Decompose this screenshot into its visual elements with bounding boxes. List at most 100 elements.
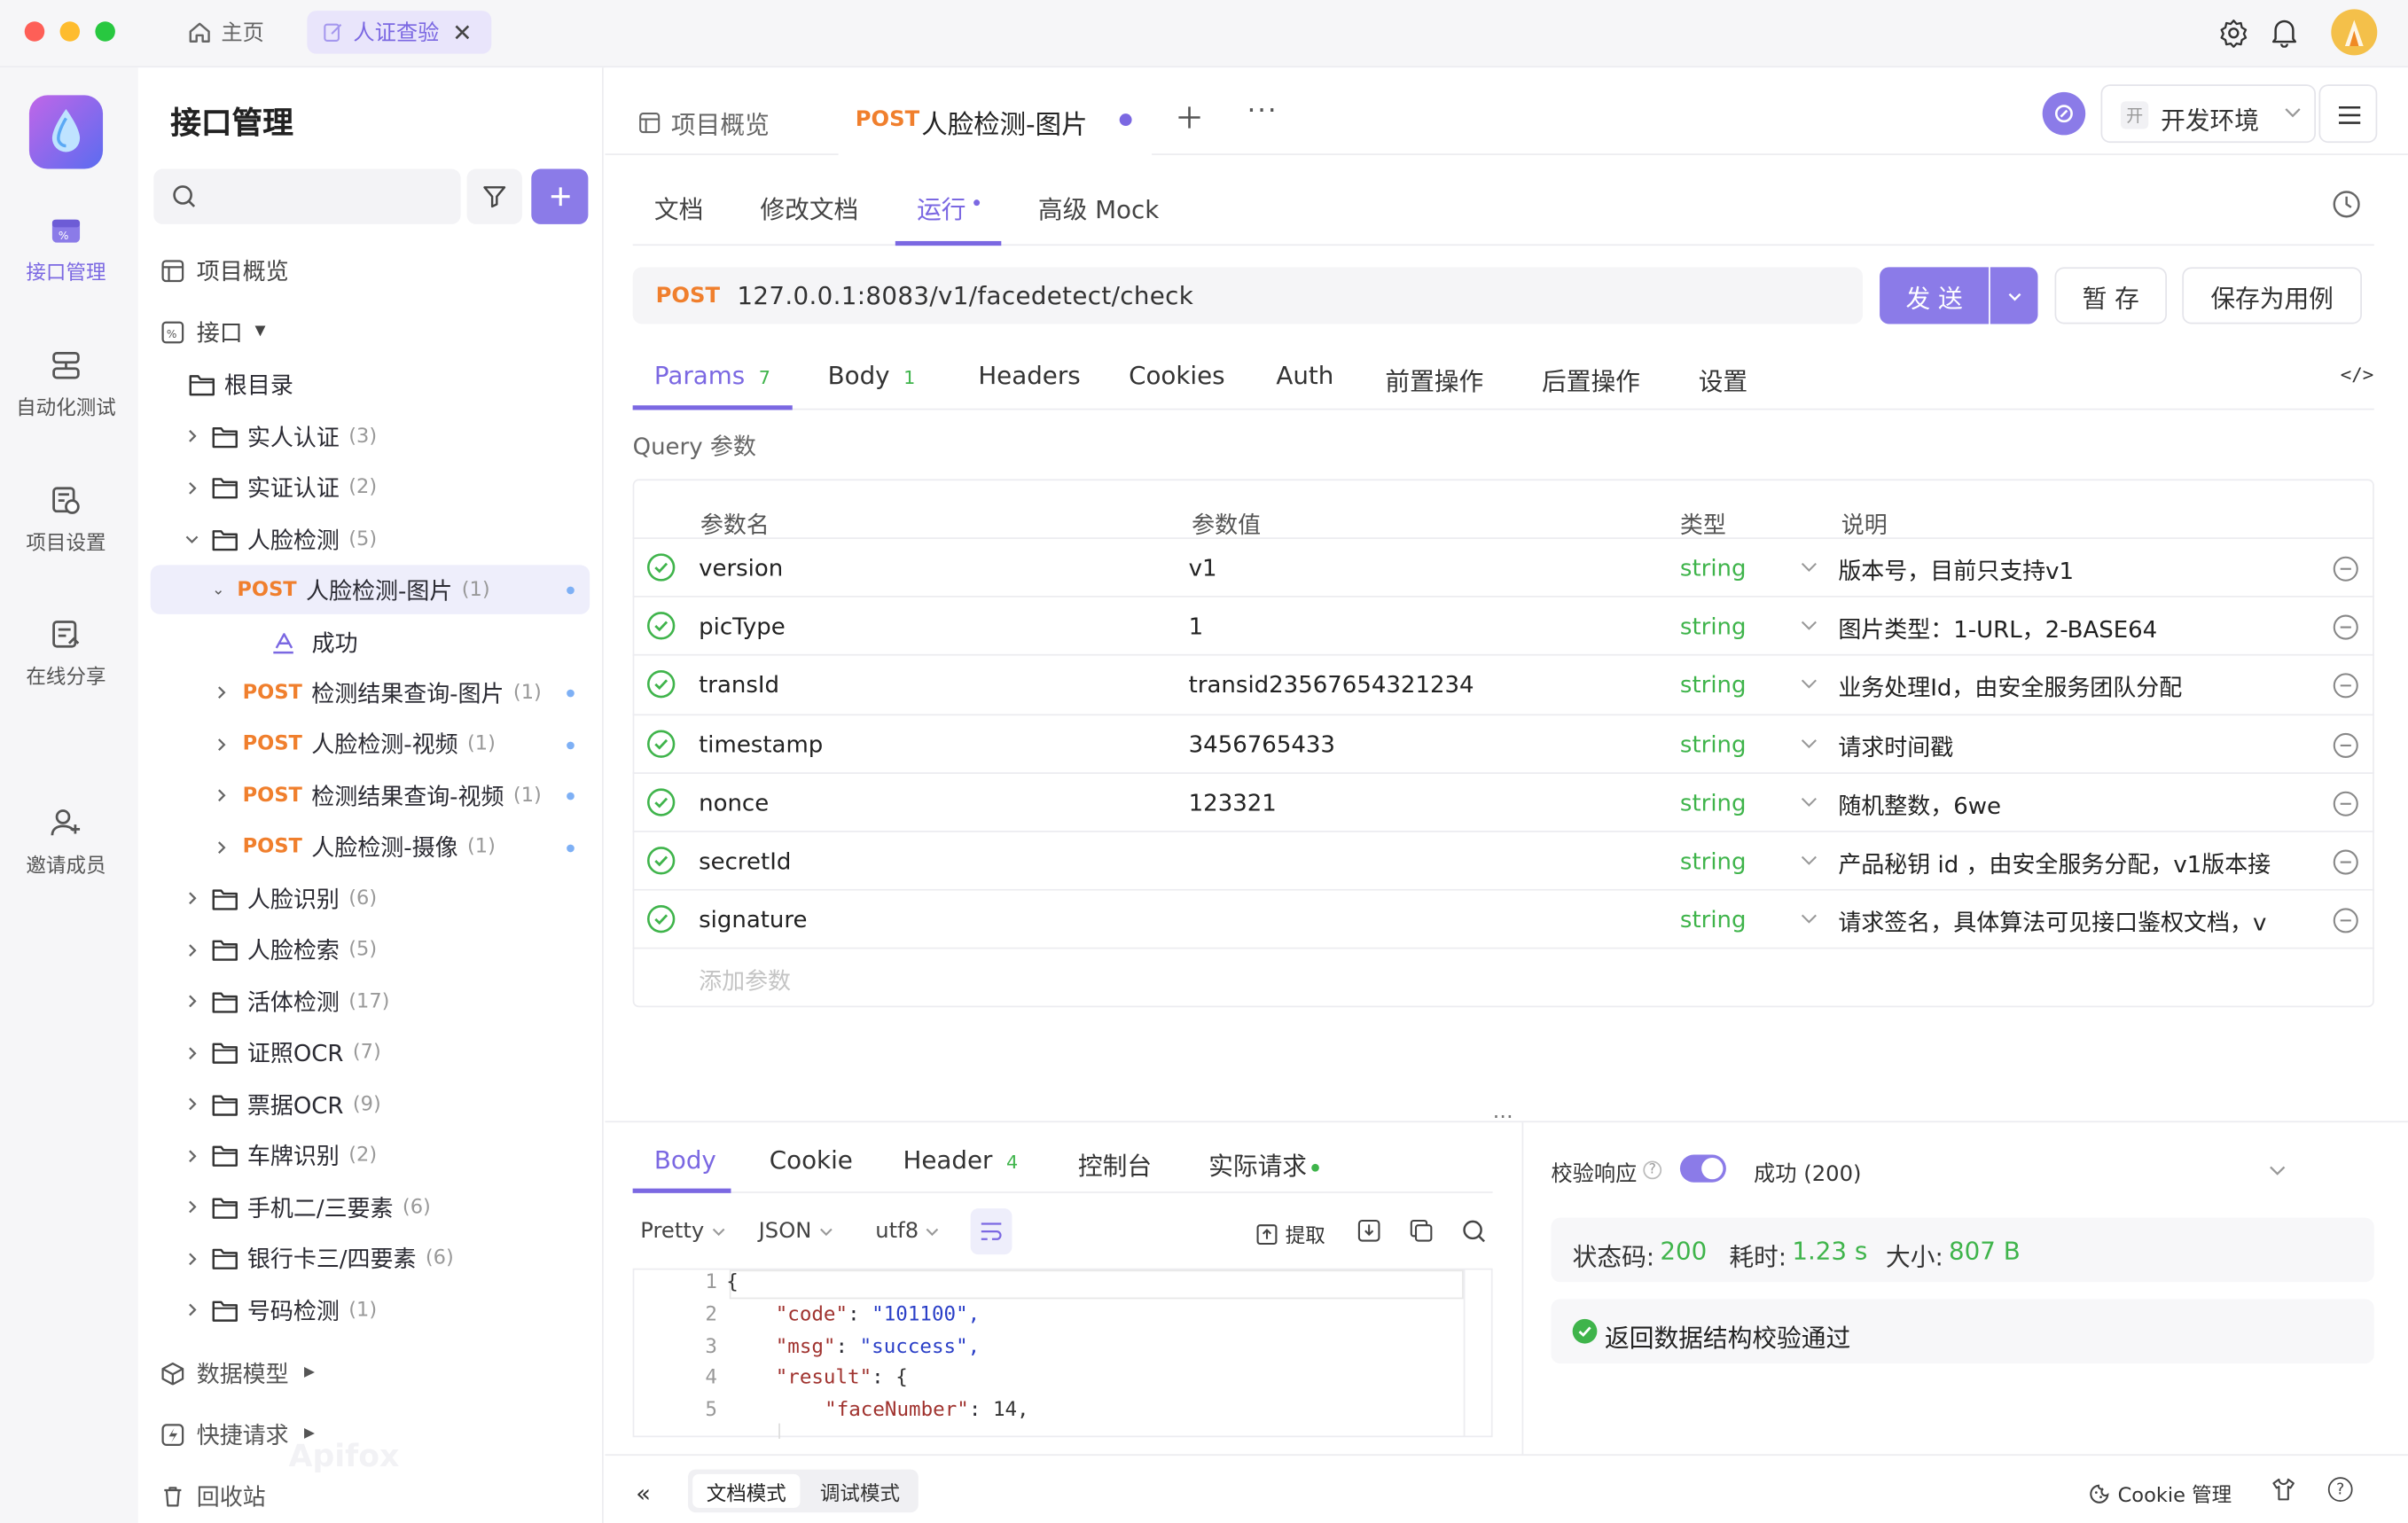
param-name[interactable]: version [699,554,783,582]
help-icon[interactable]: ? [1643,1160,1662,1180]
subtab-edit-doc[interactable]: 修改文档 [760,189,858,226]
rail-automation-test[interactable]: 自动化测试 [0,348,132,421]
rail-api-management[interactable]: % 接口管理 [0,214,132,285]
tree-item-overview[interactable]: 项目概览 [151,246,590,294]
history-icon[interactable] [2331,189,2362,220]
tree-item-root-dir[interactable]: 根目录 [151,359,590,408]
param-name[interactable]: nonce [699,789,769,816]
tree-item-recycle-bin[interactable]: 回收站 [151,1471,590,1519]
chevron-down-icon[interactable] [1800,618,1818,633]
param-tab[interactable]: 前置操作 [1385,361,1483,398]
sync-button[interactable] [2042,91,2086,136]
tree-folder[interactable]: 车牌识别 (2) [151,1131,590,1180]
word-wrap-button[interactable] [970,1208,1012,1255]
rail-invite-members[interactable]: 邀请成员 [0,806,132,879]
param-value[interactable]: v1 [1189,554,1217,582]
tree-folder[interactable]: 票据OCR (9) [151,1080,590,1129]
chevron-down-icon[interactable] [1800,558,1818,574]
save-as-case-button[interactable]: 保存为用例 [2182,267,2362,324]
tree-folder[interactable]: 银行卡三/四要素 (6) [151,1234,590,1283]
tree-folder[interactable]: 证照OCR (7) [151,1028,590,1077]
drag-handle-icon[interactable]: ··· [1493,1105,1513,1130]
param-name[interactable]: signature [699,906,807,933]
send-button[interactable]: 发 送 [1880,267,1990,324]
param-description[interactable]: 随机整数，6we [1838,789,2001,821]
remove-param-icon[interactable] [2333,614,2358,640]
chevron-down-icon[interactable] [1800,852,1818,867]
param-tab[interactable]: Headers [978,361,1080,390]
tree-item-selected-api[interactable]: ⌄ POST 人脸检测-图片 (1) [150,565,590,614]
download-icon[interactable] [1357,1219,1380,1242]
param-name[interactable]: transId [699,672,779,699]
param-description[interactable]: 请求时间戳 [1838,730,1953,762]
param-type[interactable]: string [1680,847,1747,875]
debug-mode-button[interactable]: 调试模式 [808,1474,912,1508]
tree-item-api[interactable]: POST 人脸检测-摄像 (1) [151,823,590,871]
validation-toggle[interactable] [1679,1154,1726,1183]
param-value[interactable]: 123321 [1189,789,1277,816]
user-avatar[interactable] [2331,9,2378,56]
tree-folder[interactable]: 实人认证 (3) [151,411,590,460]
rail-project-settings[interactable]: 项目设置 [0,484,132,556]
param-name[interactable]: timestamp [699,730,823,758]
validation-status-select[interactable]: 成功 (200) [1754,1158,1861,1189]
tab-active-api[interactable]: POST 人脸检测-图片 [838,85,1153,157]
url-input[interactable]: 127.0.0.1:8083/v1/facedetect/check [737,281,1193,310]
format-select[interactable]: Pretty [640,1219,725,1244]
environment-select[interactable]: 开 开发环境 [2100,84,2317,144]
search-icon[interactable] [1462,1219,1487,1244]
param-type[interactable]: string [1680,554,1747,582]
settings-icon[interactable] [2219,19,2248,48]
tree-item-api[interactable]: POST 人脸检测-视频 (1) [151,719,590,768]
tree-folder[interactable]: 活体检测 (17) [151,977,590,1026]
param-enabled-checkbox[interactable] [646,612,676,641]
save-temp-button[interactable]: 暂 存 [2054,267,2167,324]
remove-param-icon[interactable] [2333,673,2358,699]
param-value[interactable]: 1 [1189,613,1204,640]
param-tab[interactable]: Auth [1276,361,1333,390]
remove-param-icon[interactable] [2333,556,2358,582]
maximize-window-button[interactable] [95,21,115,42]
url-bar[interactable]: POST 127.0.0.1:8083/v1/facedetect/check [632,267,1864,324]
param-type[interactable]: string [1680,613,1747,640]
chevron-down-icon[interactable] [1800,735,1818,750]
chevron-down-icon[interactable] [1800,910,1818,926]
scrollbar-track[interactable] [1463,1269,1466,1436]
param-value[interactable]: 3456765433 [1189,730,1335,758]
method-select[interactable]: POST [656,284,720,309]
add-param-input[interactable]: 添加参数 [699,965,791,996]
lang-select[interactable]: JSON [759,1219,833,1244]
param-description[interactable]: 请求签名，具体算法可见接口鉴权文档，v [1838,906,2266,938]
param-enabled-checkbox[interactable] [646,905,676,934]
subtab-doc[interactable]: 文档 [654,189,703,226]
help-circle-icon[interactable]: ? [2327,1477,2353,1502]
close-tab-icon[interactable] [455,25,470,40]
response-tab[interactable]: Header 4 [903,1145,1018,1175]
more-tabs-icon[interactable]: ··· [1247,95,1278,127]
menu-button[interactable] [2318,84,2378,144]
shirt-icon[interactable] [2271,1477,2296,1502]
param-description[interactable]: 产品秘钥 id ，由安全服务分配，v1版本接 [1838,847,2271,879]
response-tab[interactable]: 控制台 [1078,1145,1152,1183]
new-tab-plus-icon[interactable] [1177,105,1202,130]
tree-item-api[interactable]: POST 检测结果查询-视频 (1) [151,771,590,820]
chevron-down-icon[interactable] [2268,1160,2287,1179]
tree-item-case-success[interactable]: 成功 [151,617,590,666]
response-tab[interactable]: 实际请求 [1208,1145,1319,1183]
param-name[interactable]: picType [699,613,786,640]
encoding-select[interactable]: utf8 [875,1219,940,1244]
subtab-run[interactable]: 运行 [917,189,966,226]
param-enabled-checkbox[interactable] [646,729,676,758]
tree-search-input[interactable] [153,168,461,224]
param-tab[interactable]: 后置操作 [1542,361,1640,398]
response-tab[interactable]: Cookie [770,1145,853,1175]
remove-param-icon[interactable] [2333,849,2358,875]
tree-folder[interactable]: 人脸检索 (5) [151,926,590,974]
active-document-tab[interactable]: 人证查验 [307,11,492,54]
rail-online-share[interactable]: 在线分享 [0,617,132,690]
param-value[interactable]: transid23567654321234 [1189,672,1474,699]
minimize-window-button[interactable] [59,21,81,42]
remove-param-icon[interactable] [2333,791,2358,816]
tree-folder[interactable]: 手机二/三要素 (6) [151,1183,590,1231]
param-enabled-checkbox[interactable] [646,846,676,875]
